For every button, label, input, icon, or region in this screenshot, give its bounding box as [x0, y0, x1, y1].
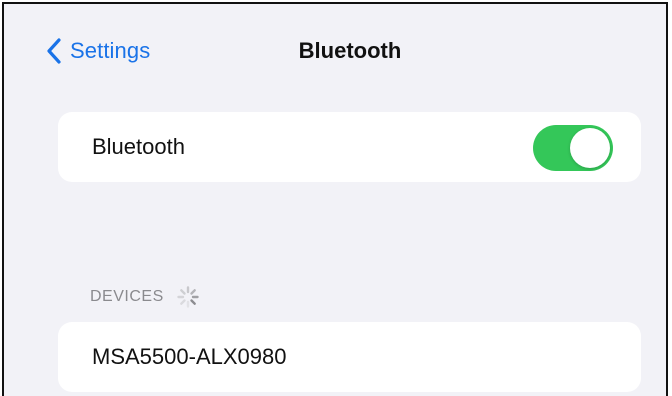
devices-section-label: DEVICES — [90, 288, 164, 305]
activity-spinner-icon — [177, 286, 199, 308]
settings-screen: Settings Bluetooth Bluetooth DEVICES MSA… — [2, 2, 668, 396]
navigation-bar: Settings Bluetooth — [4, 4, 666, 94]
page-title: Bluetooth — [298, 38, 402, 63]
bluetooth-toggle[interactable] — [533, 125, 613, 171]
bluetooth-row: Bluetooth — [58, 112, 641, 182]
devices-section-header: DEVICES — [90, 285, 200, 309]
bluetooth-row-label: Bluetooth — [92, 134, 185, 159]
device-name: MSA5500-ALX0980 — [92, 344, 287, 369]
device-row[interactable]: MSA5500-ALX0980 — [58, 322, 641, 392]
toggle-knob — [570, 128, 610, 168]
